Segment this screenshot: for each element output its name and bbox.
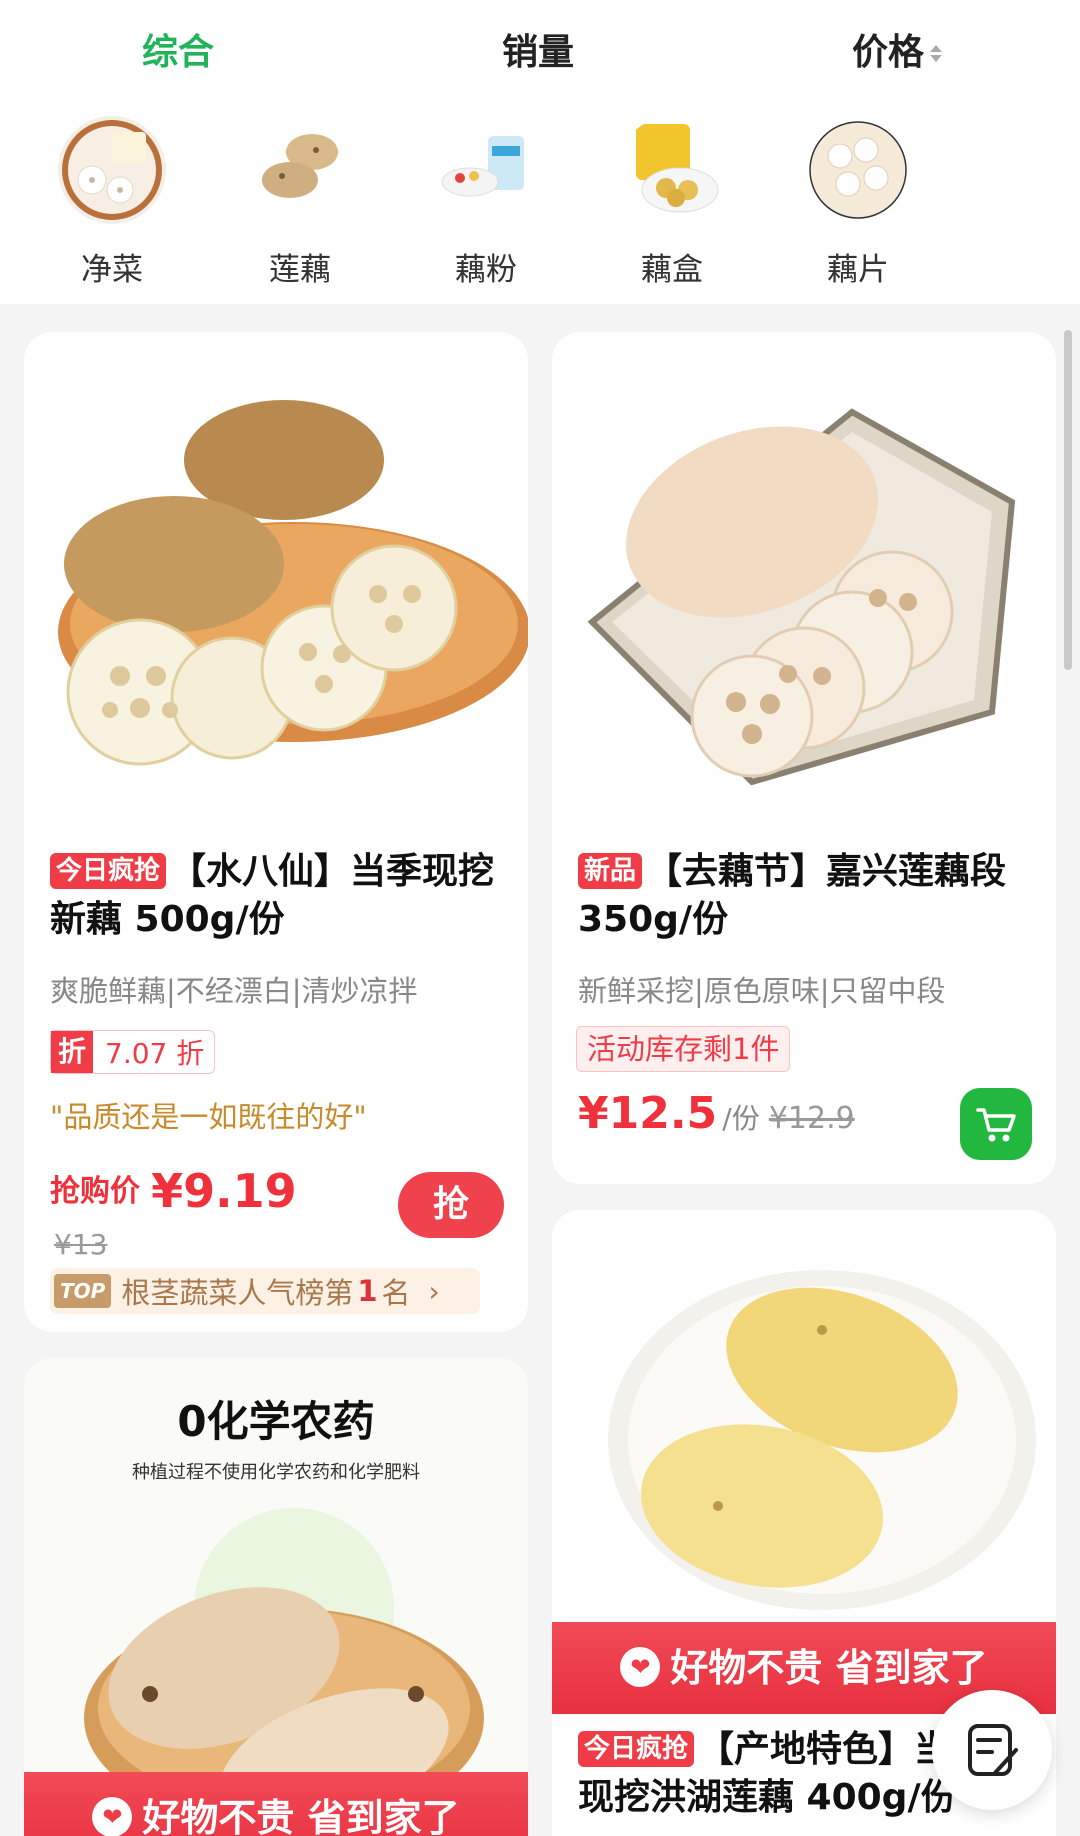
rank-suffix: 名 [381,1276,411,1310]
price-unit: /份 [722,1102,760,1135]
ranking-badge[interactable]: TOP 根茎蔬菜人气榜第 1 名 › [50,1268,480,1314]
product-subtitle: 爽脆鲜藕|不经漂白|清炒凉拌 [50,974,418,1008]
price-row: ¥12.5 /份 ¥12.9 [578,1088,855,1158]
cut-lotus-root-icon [58,116,166,224]
lotus-powder-icon [432,116,540,224]
rank-number: 1 [357,1274,378,1308]
price: ¥12.5 [578,1088,718,1139]
product-card[interactable]: 新品 【去藕节】嘉兴莲藕段 350g/份 新鲜采挖|原色原味|只留中段 活动库存剩… [552,332,1056,1184]
image-headline: 0化学农药 [177,1397,375,1446]
rank-text: 根茎蔬菜人气榜第 [121,1276,354,1310]
feedback-button[interactable] [932,1690,1052,1810]
lotus-slices-icon [804,116,912,224]
discount-text: 7.07 折 [105,1037,205,1070]
stock-badge: 活动库存剩1件 [576,1026,791,1072]
price: ¥9.19 [151,1164,297,1218]
category-lotus-powder[interactable]: 藕粉 [416,116,556,289]
new-tag: 新品 [578,853,643,889]
lotus-box-icon [618,116,726,224]
product-title-text: 【去藕节】嘉兴莲藕段 350g/份 [578,851,1007,940]
sort-arrows-icon [930,44,943,64]
top-rank-icon: TOP [54,1274,112,1308]
category-cut-vegetables[interactable]: 净菜 [42,116,182,289]
lotus-root-icon [246,116,354,224]
promo-tag: 今日疯抢 [578,1731,695,1767]
product-card[interactable]: 0化学农药 种植过程不使用化学农药和化学肥料 好物不贵 省到家了 [24,1358,528,1836]
image-subline: 种植过程不使用化学农药和化学肥料 [132,1462,420,1483]
edit-note-icon [968,1724,1018,1776]
tab-comprehensive[interactable]: 综合 [142,18,214,88]
category-label: 莲藕 [269,252,331,288]
heart-icon [620,1647,661,1687]
tab-sales[interactable]: 销量 [502,18,574,88]
price-label: 抢购价 [50,1174,140,1209]
original-price: ¥13 [54,1228,108,1261]
chevron-right-icon: › [428,1274,440,1308]
product-image [552,332,1056,832]
product-image [552,1210,1056,1622]
product-title: 今日疯抢 【水八仙】当季现挖新藕 500g/份 [50,848,508,944]
sort-tabs: 综合 销量 价格 [0,18,1080,88]
buy-button[interactable]: 抢 [398,1172,504,1238]
discount-icon: 折 [51,1031,93,1073]
price-row: 抢购价 ¥9.19 [50,1164,297,1228]
top-bar: 综合 销量 价格 净菜 莲藕 藕粉 藕盒 藕片 [0,0,1080,304]
category-lotus-root[interactable]: 莲藕 [230,116,370,289]
category-label: 藕盒 [641,252,703,288]
category-label: 净菜 [81,252,143,288]
category-lotus-box[interactable]: 藕盒 [602,116,742,289]
review-quote: "品质还是一如既往的好" [50,1100,367,1134]
banner-text: 好物不贵 省到家了 [670,1646,988,1690]
tab-price[interactable]: 价格 [852,18,943,88]
scrollbar[interactable] [1064,330,1072,670]
product-card[interactable]: 今日疯抢 【水八仙】当季现挖新藕 500g/份 爽脆鲜藕|不经漂白|清炒凉拌 折 … [24,332,528,1332]
promo-tag: 今日疯抢 [50,853,167,889]
category-label: 藕粉 [455,252,517,288]
product-image [24,332,528,832]
cart-icon [976,1108,1016,1142]
discount-badge: 折 7.07 折 [50,1030,216,1074]
original-price: ¥12.9 [768,1101,855,1136]
category-label: 藕片 [827,252,889,288]
tab-price-label: 价格 [852,32,925,73]
product-subtitle: 新鲜采挖|原色原味|只留中段 [578,974,946,1008]
product-title: 新品 【去藕节】嘉兴莲藕段 350g/份 [578,848,1036,944]
heart-icon [92,1797,133,1836]
category-lotus-slices[interactable]: 藕片 [788,116,928,289]
add-to-cart-button[interactable] [960,1088,1032,1160]
promo-banner: 好物不贵 省到家了 [24,1772,528,1836]
banner-text: 好物不贵 省到家了 [142,1796,460,1836]
